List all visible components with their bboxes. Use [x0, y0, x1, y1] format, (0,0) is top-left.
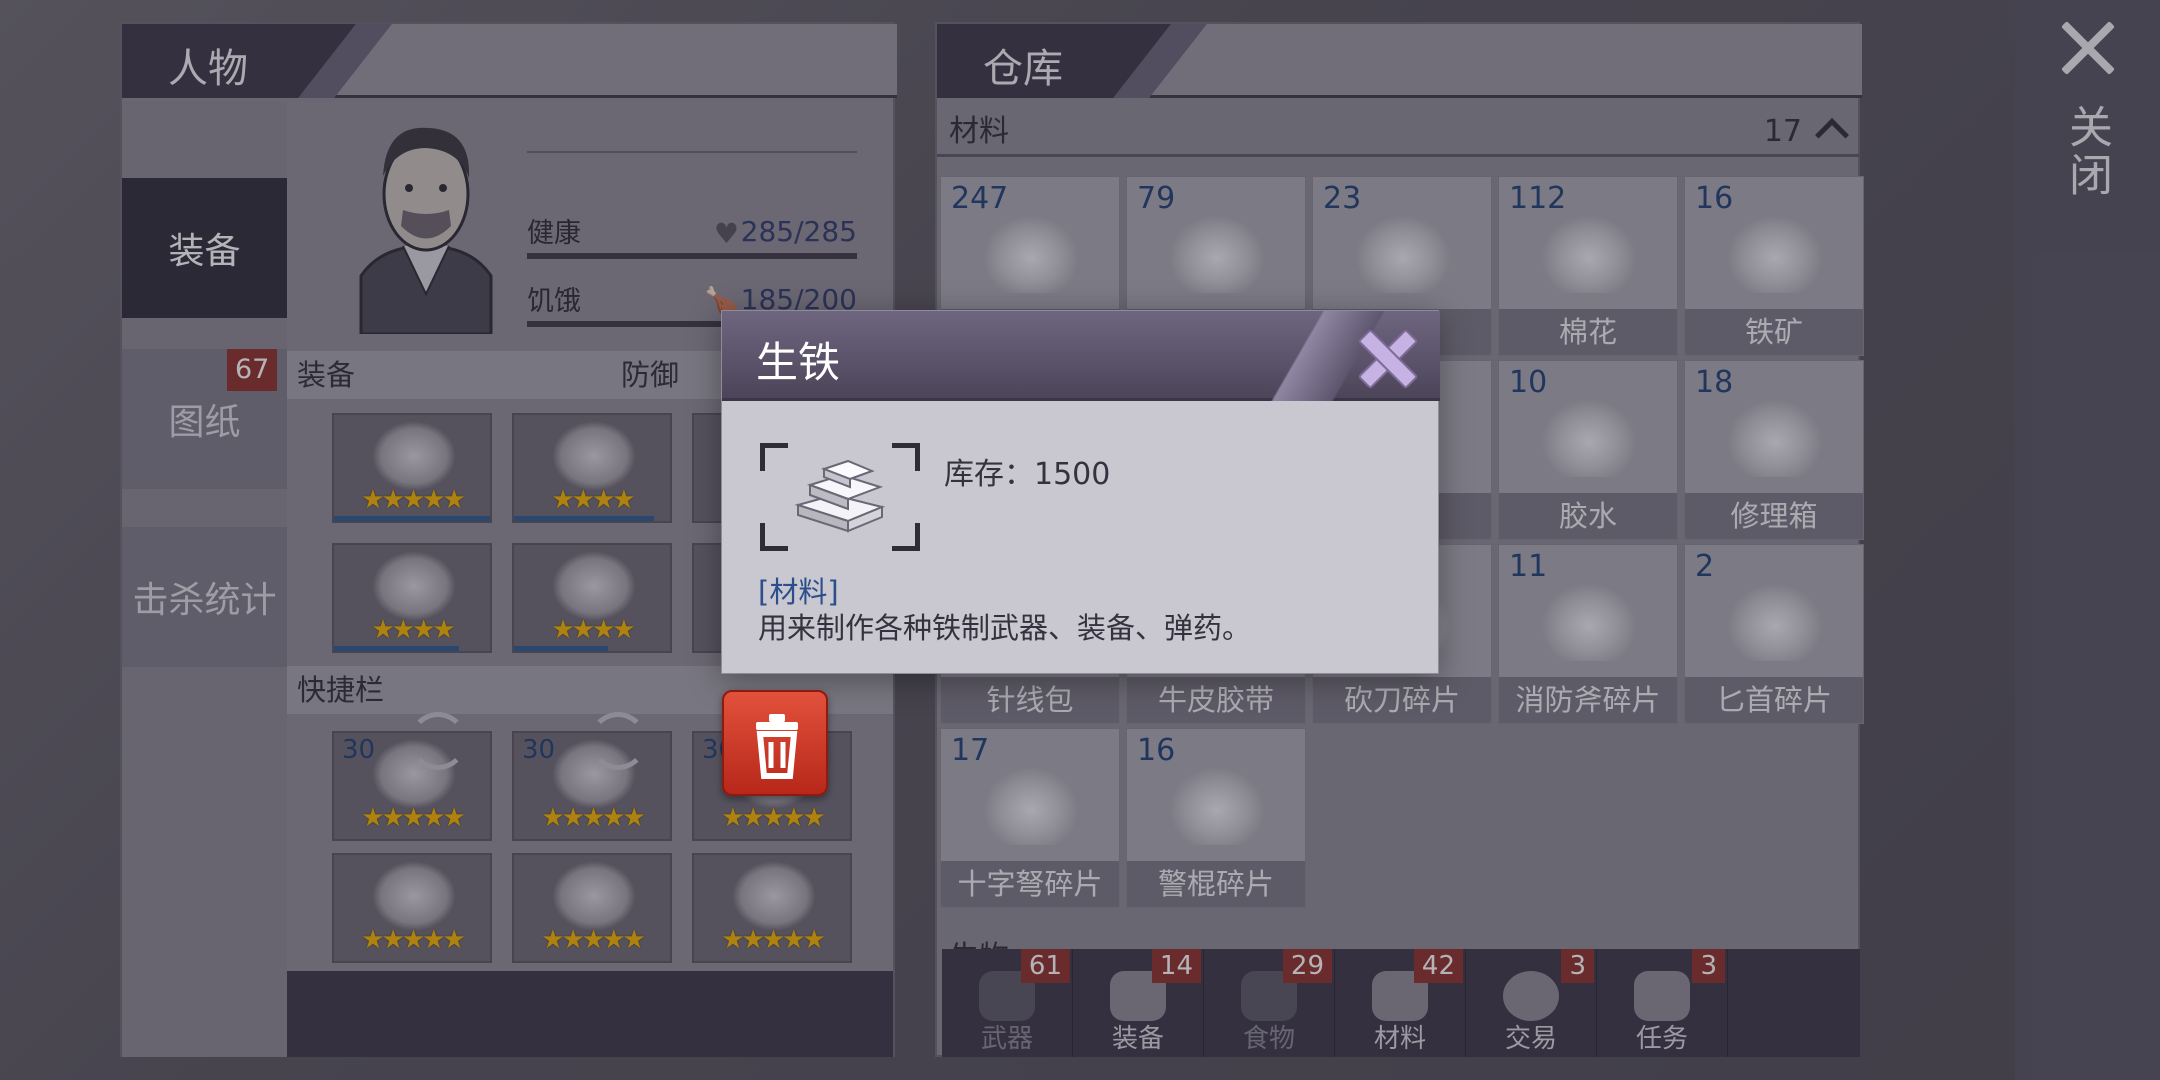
popup-close-icon[interactable]	[1354, 325, 1418, 389]
frame-corner	[760, 523, 788, 551]
frame-corner	[760, 443, 788, 471]
frame-corner	[892, 443, 920, 471]
popup-title: 生铁	[756, 338, 841, 387]
item-description: 用来制作各种铁制武器、装备、弹药。	[758, 611, 1252, 645]
trash-button[interactable]	[722, 690, 828, 796]
item-preview-frame	[760, 443, 920, 551]
stock-text: 库存：1500	[944, 457, 1111, 492]
item-detail-popup: 生铁 库存：1500 [材料] 用来制作各种铁制武器、装备、弹药。	[721, 310, 1440, 674]
pig-iron-icon	[794, 459, 886, 533]
frame-corner	[892, 523, 920, 551]
trash-icon	[756, 714, 798, 779]
popup-header: 生铁	[722, 311, 1440, 401]
